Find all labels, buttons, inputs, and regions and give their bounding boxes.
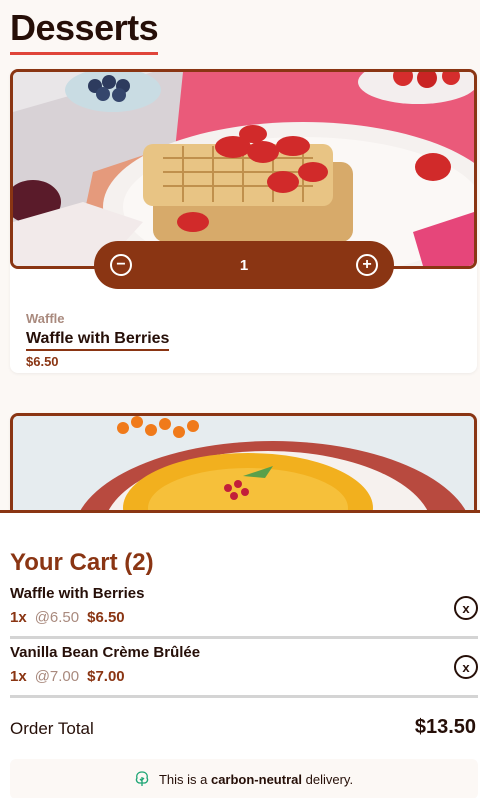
product-image[interactable]	[10, 69, 477, 269]
cart-item-total: $6.50	[87, 609, 125, 626]
cart-item-unit-price: @6.50	[34, 609, 80, 626]
remove-item-button[interactable]: x	[454, 655, 478, 679]
carbon-suffix: delivery.	[305, 771, 354, 787]
cart-panel: Your Cart (2) Waffle with Berries 1x @6.…	[0, 510, 480, 798]
cart-item: Waffle with Berries 1x @6.50 $6.50 x	[10, 581, 478, 639]
cart-item-details: 1x @6.50 $6.50	[10, 609, 125, 626]
cart-item-unit-price: @7.00	[34, 668, 80, 685]
increment-button[interactable]: +	[356, 254, 378, 276]
decrement-button[interactable]: −	[110, 254, 132, 276]
product-category: Waffle	[26, 311, 65, 326]
carbon-neutral-notice: This is a carbon-neutral delivery.	[10, 759, 478, 798]
product-name[interactable]: Waffle with Berries	[26, 330, 170, 351]
product-price: $6.50	[26, 354, 59, 369]
cart-title: Your Cart (2)	[10, 549, 154, 576]
cart-item-name: Vanilla Bean Crème Brûlée	[10, 644, 201, 661]
cart-item-qty: 1x	[10, 609, 27, 626]
remove-item-button[interactable]: x	[454, 596, 478, 620]
cart-item-total: $7.00	[87, 668, 125, 685]
order-total-value: $13.50	[414, 716, 476, 738]
tree-icon	[135, 771, 149, 786]
page-title: Desserts	[10, 8, 159, 55]
cart-item-name: Waffle with Berries	[10, 585, 145, 602]
cart-item-qty: 1x	[10, 668, 27, 685]
cart-item-details: 1x @7.00 $7.00	[10, 668, 125, 685]
carbon-text: This is a carbon-neutral delivery.	[159, 772, 353, 787]
quantity-stepper: − 1 +	[94, 241, 394, 289]
cart-item: Vanilla Bean Crème Brûlée 1x @7.00 $7.00…	[10, 640, 478, 698]
waffle-photo-icon	[13, 72, 474, 266]
quantity-value: 1	[239, 256, 249, 274]
product-card: − 1 + Waffle Waffle with Berries $6.50	[10, 69, 477, 373]
carbon-bold: carbon-neutral	[210, 771, 302, 787]
carbon-prefix: This is a	[158, 771, 208, 787]
order-total-label: Order Total	[10, 719, 94, 738]
